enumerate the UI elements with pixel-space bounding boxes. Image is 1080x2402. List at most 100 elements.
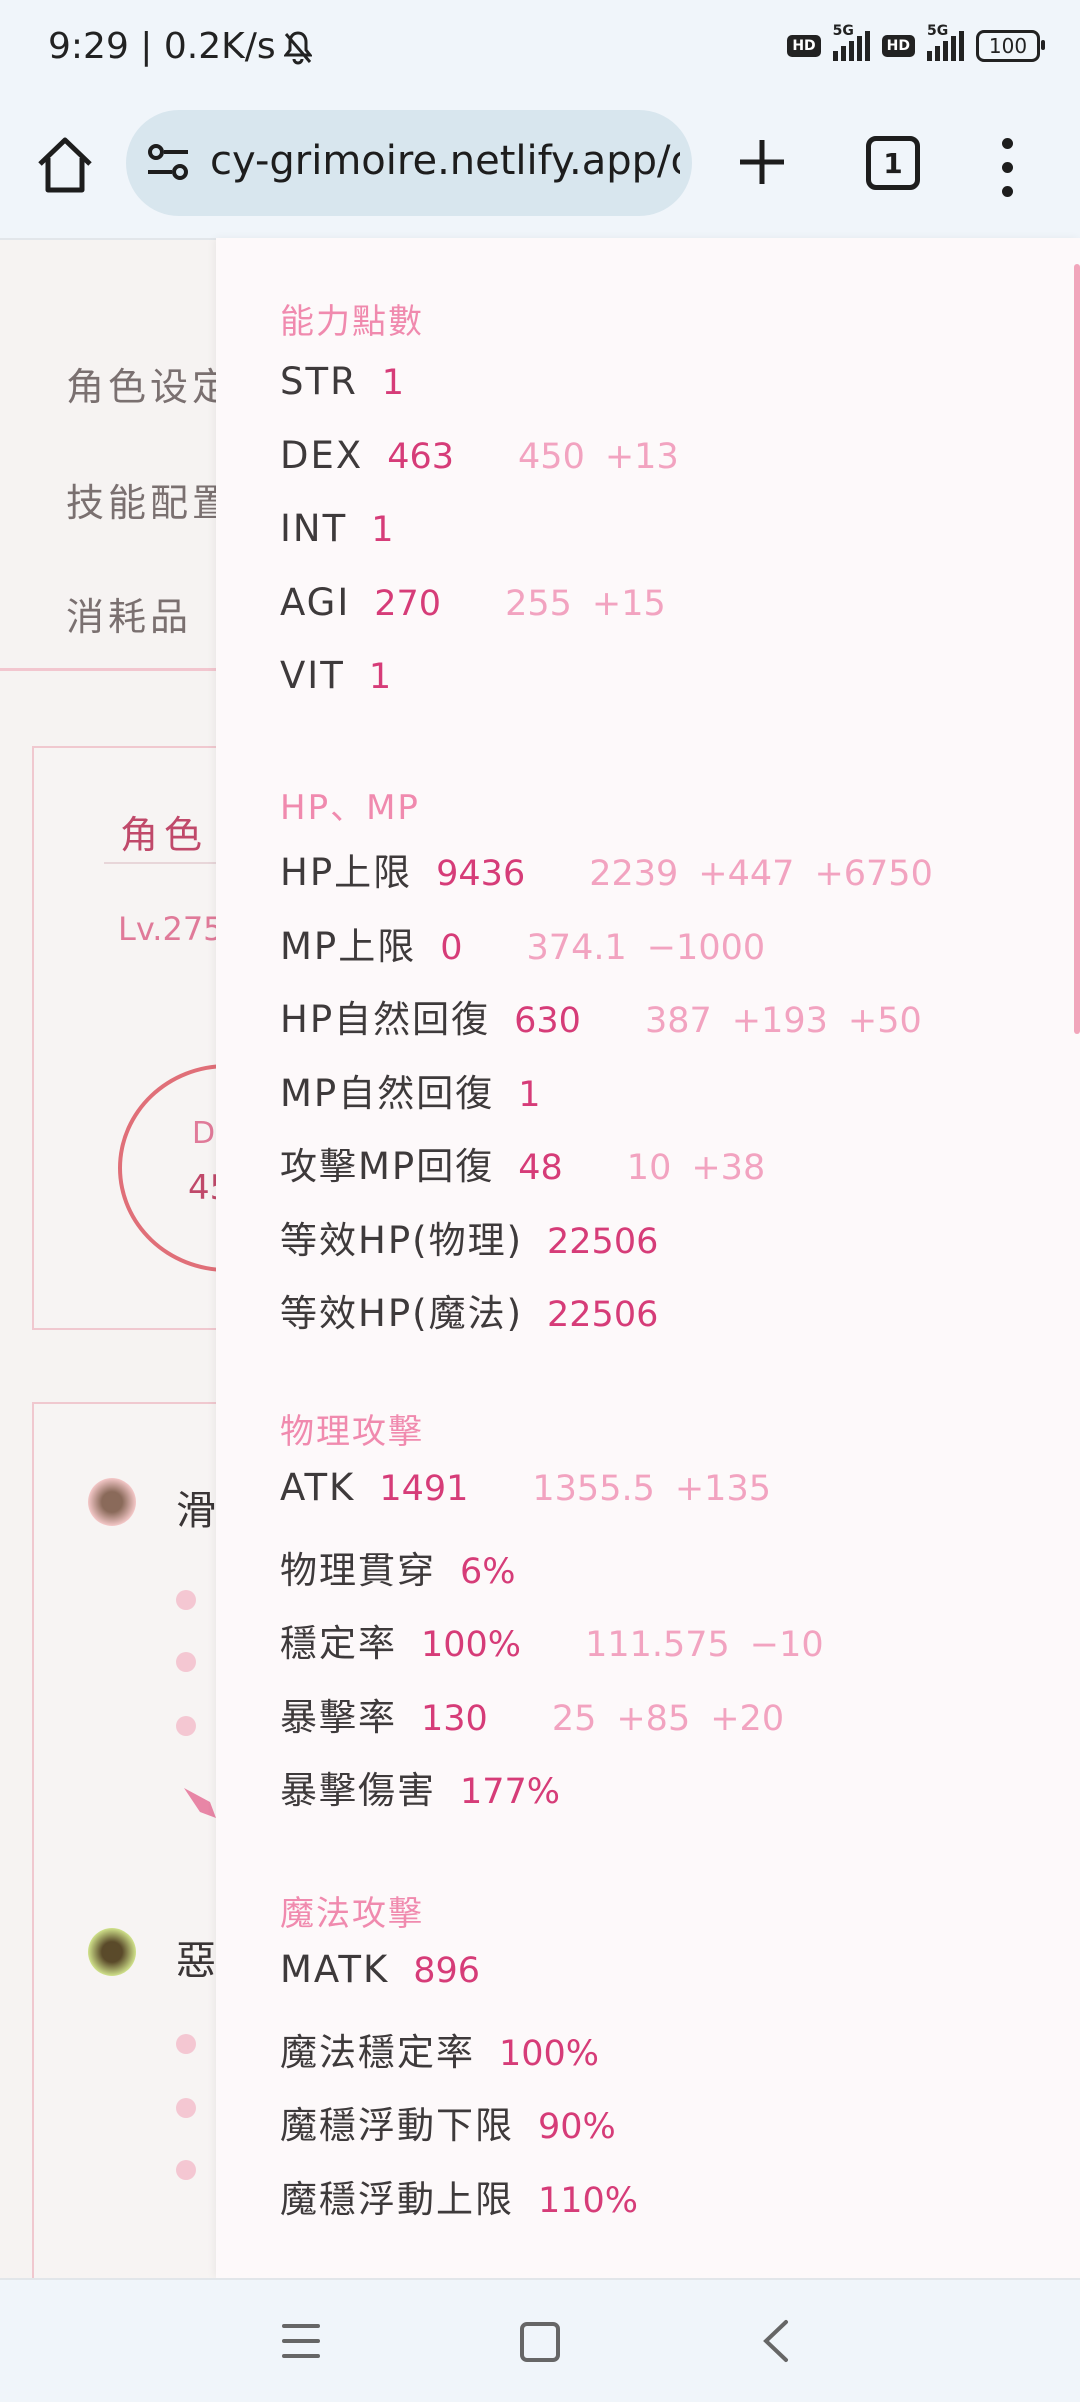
stat-breakdown-part: 2239 <box>589 854 679 894</box>
stat-label: ATK <box>280 1466 356 1509</box>
stat-row: 暴擊率 130 25 +85 +20 <box>280 1687 804 1741</box>
stat-row: MATK 896 <box>280 1948 480 1991</box>
stat-label: 攻擊MP回復 <box>280 1145 495 1188</box>
stat-label: 魔穩浮動上限 <box>280 2177 514 2221</box>
stat-label: 暴擊率 <box>280 1695 397 1739</box>
more-menu-icon[interactable] <box>1000 138 1014 198</box>
stat-value: 1 <box>518 1074 541 1115</box>
stat-row: MP自然回復 1 <box>280 1063 541 1117</box>
stat-label: 等效HP(魔法) <box>280 1292 524 1335</box>
stat-value: 1 <box>368 657 392 697</box>
stat-label: INT <box>280 507 348 550</box>
stat-breakdown: 374.1 −1000 <box>527 928 786 968</box>
stat-row: ATK 1491 1355.5 +135 <box>280 1466 791 1509</box>
stat-label: DEX <box>280 433 364 477</box>
stat-value: 1 <box>371 510 394 550</box>
stat-row: 等效HP(物理) 22506 <box>280 1210 658 1264</box>
stat-breakdown-part: 10 <box>626 1148 672 1188</box>
stat-label: STR <box>280 360 358 403</box>
section-title-magic: 魔法攻擊 <box>280 1894 424 1934</box>
stat-breakdown-part: +15 <box>591 583 666 624</box>
stat-breakdown-part: 1355.5 <box>532 1469 655 1509</box>
stat-label: AGI <box>280 580 351 624</box>
stat-label: 等效HP(物理) <box>280 1218 524 1262</box>
stat-row: 暴擊傷害 177% <box>280 1760 560 1814</box>
stat-row: HP上限 9436 2239 +447 +6750 <box>280 842 953 896</box>
stat-label: HP自然回復 <box>280 998 491 1041</box>
stat-row: AGI 270 255 +15 <box>280 581 686 624</box>
stat-label: 魔穩浮動下限 <box>280 2104 514 2147</box>
bullet-dot <box>176 2098 196 2118</box>
url-text[interactable]: cy-grimoire.netlify.app/c <box>210 138 680 184</box>
stat-value: 100% <box>421 1625 522 1665</box>
stat-label: 暴擊傷害 <box>280 1769 436 1812</box>
crystal-icon <box>180 1782 220 1822</box>
home-nav-icon[interactable] <box>520 2322 560 2362</box>
mute-bell-icon <box>282 30 314 66</box>
stat-label: VIT <box>280 654 345 697</box>
site-settings-icon[interactable] <box>144 138 192 186</box>
stat-value: 130 <box>421 1698 488 1739</box>
stat-breakdown-part: +447 <box>698 854 795 894</box>
signal-icon: 5G <box>832 23 870 61</box>
stat-label: 物理貫穿 <box>280 1548 436 1592</box>
stat-breakdown: 1355.5 +135 <box>532 1469 791 1509</box>
bullet-dot <box>176 2160 196 2180</box>
stat-label: MATK <box>280 1948 390 1991</box>
stat-breakdown: 255 +15 <box>505 584 686 624</box>
bg-nav-item-consumables[interactable]: 消耗品 <box>66 586 192 641</box>
bullet-dot <box>176 1590 196 1610</box>
scrollbar[interactable] <box>1074 264 1080 1034</box>
new-tab-icon[interactable] <box>730 130 794 194</box>
stat-breakdown-part: 374.1 <box>526 927 627 968</box>
signal-icon-2: 5G <box>927 23 964 61</box>
hd-badge: HD <box>787 35 821 57</box>
stat-breakdown-part: −1000 <box>646 927 766 968</box>
bg-card-title: 角色 <box>120 813 209 857</box>
bg-divider <box>0 668 220 671</box>
recent-apps-icon[interactable] <box>282 2324 320 2358</box>
stat-breakdown: 450 +13 <box>518 437 699 477</box>
stat-breakdown-part: +20 <box>710 1698 785 1739</box>
system-nav-bar <box>0 2278 1080 2402</box>
stat-breakdown-part: 255 <box>505 583 572 624</box>
stats-panel[interactable]: 能力點數 STR 1 DEX 463 450 +13 INT 1 AGI 270 255 +15 VIT… <box>216 238 1080 2278</box>
stat-row: HP自然回復 630 387 +193 +50 <box>280 989 942 1043</box>
stat-value: 48 <box>518 1148 563 1188</box>
stat-breakdown-part: −10 <box>749 1625 824 1665</box>
stat-value: 896 <box>413 1951 481 1991</box>
stat-row: 魔穩浮動下限 90% <box>280 2095 616 2149</box>
tab-switcher-button[interactable]: 1 <box>866 136 920 190</box>
stat-row: 魔法穩定率 100% <box>280 2022 599 2076</box>
stat-value: 177% <box>460 1772 561 1812</box>
stat-label: 穩定率 <box>280 1622 397 1665</box>
back-icon[interactable] <box>756 2318 796 2364</box>
address-bar[interactable]: cy-grimoire.netlify.app/c <box>126 110 692 216</box>
bg-level: Lv.275 <box>118 910 224 948</box>
bg-item-1: 滑 <box>176 1488 216 1534</box>
stat-breakdown: 387 +193 +50 <box>645 1001 942 1041</box>
stat-label: MP自然回復 <box>280 1071 495 1115</box>
stat-value: 0 <box>440 927 463 968</box>
status-bar: 9:29 | 0.2K/s HD 5G HD 5G 100 <box>0 0 1080 100</box>
stat-row: MP上限 0 374.1 −1000 <box>280 916 785 970</box>
stat-breakdown: 25 +85 +20 <box>552 1699 804 1739</box>
stat-breakdown: 2239 +447 +6750 <box>589 854 953 894</box>
bullet-dot <box>176 2034 196 2054</box>
bg-circle-label: D <box>192 1116 216 1151</box>
stat-value: 22506 <box>547 1295 659 1335</box>
stat-row: STR 1 <box>280 360 404 403</box>
bg-nav-item-character[interactable]: 角色设定 <box>66 356 234 411</box>
stat-row: 物理貫穿 6% <box>280 1540 516 1594</box>
stat-breakdown-part: 111.575 <box>585 1625 730 1665</box>
hd-badge-2: HD <box>881 35 915 57</box>
home-icon[interactable] <box>30 130 100 200</box>
stat-row: 等效HP(魔法) 22506 <box>280 1283 658 1337</box>
stat-value: 463 <box>387 436 455 477</box>
stat-breakdown-part: +85 <box>616 1698 691 1739</box>
bg-title-underline <box>104 862 224 864</box>
browser-toolbar: cy-grimoire.netlify.app/c 1 <box>0 100 1080 240</box>
stat-breakdown-part: 450 <box>518 436 585 477</box>
stat-row: 穩定率 100% 111.575 −10 <box>280 1613 844 1667</box>
bg-nav-item-skills[interactable]: 技能配置 <box>66 472 234 527</box>
